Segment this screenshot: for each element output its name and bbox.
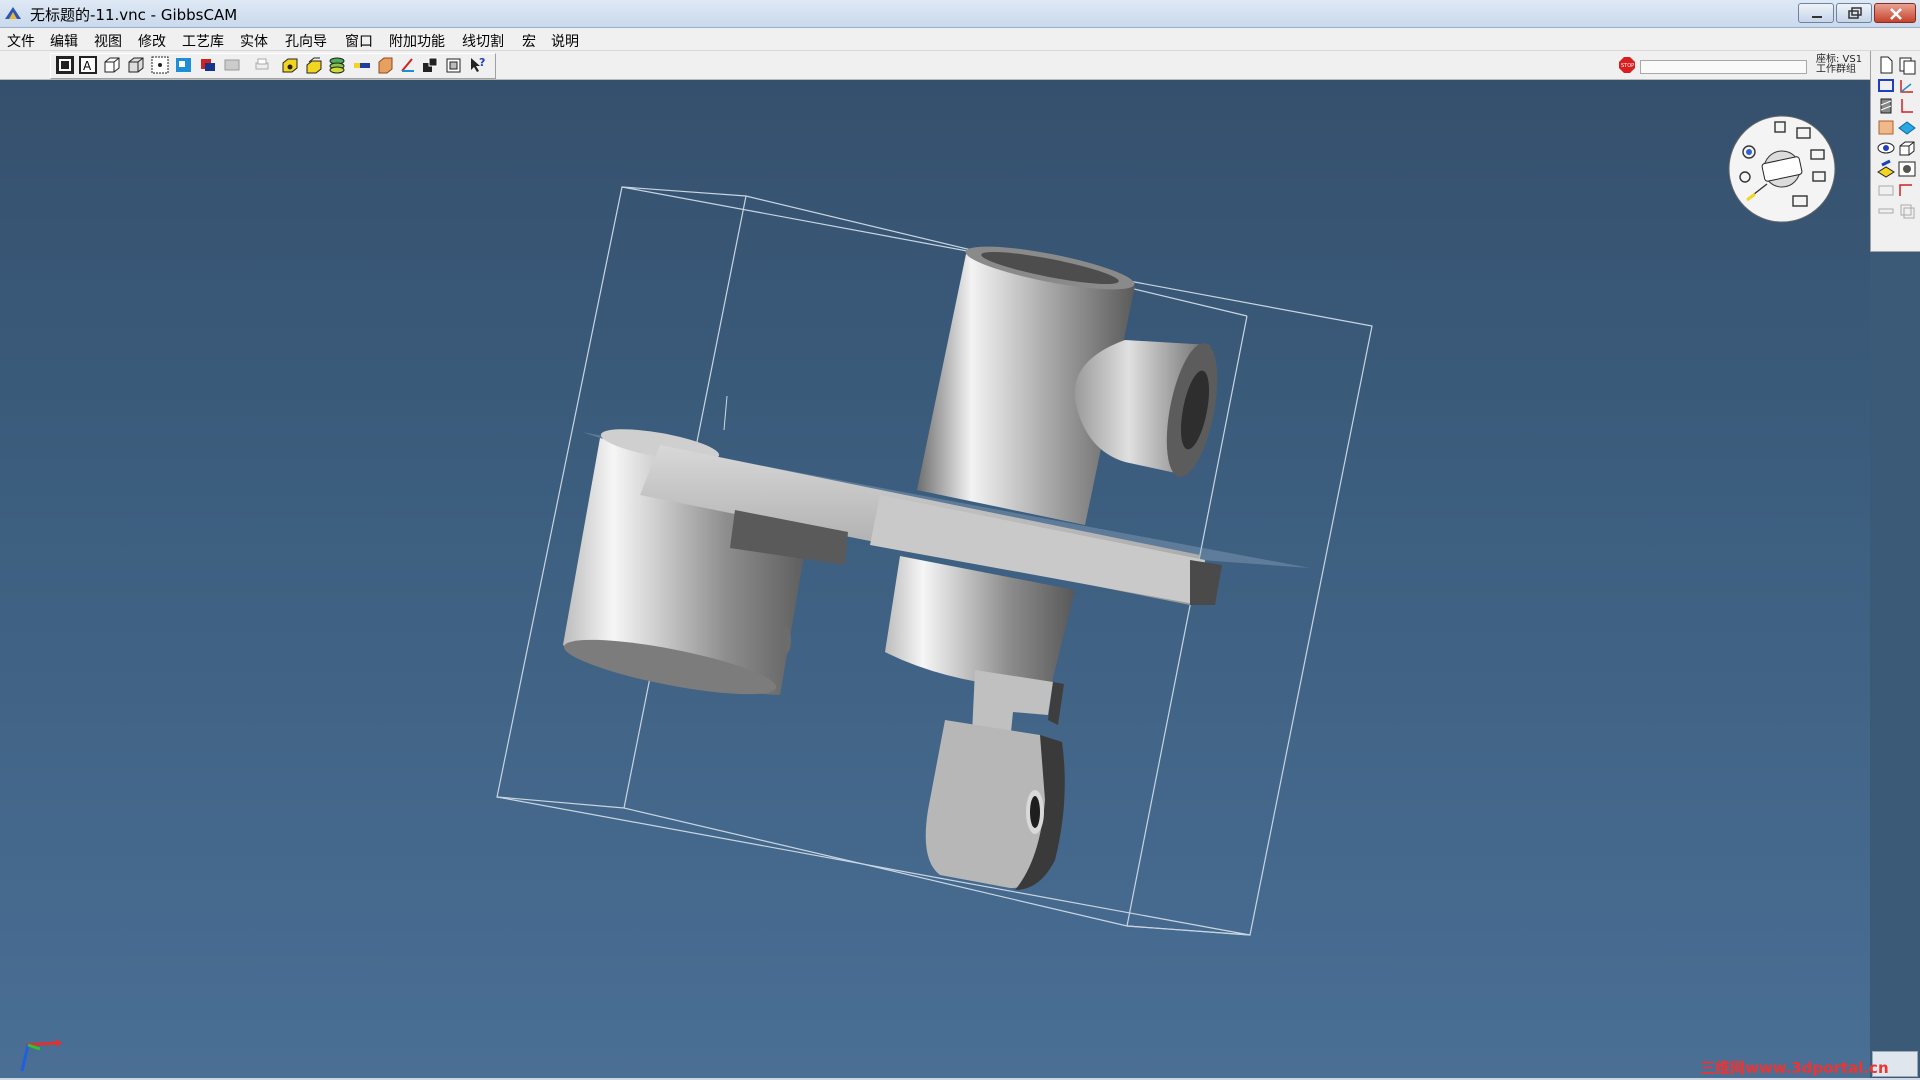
- lower-bracket: [925, 670, 1065, 890]
- solid-yellow-icon[interactable]: [280, 55, 300, 75]
- workgroup-label: 工作群组: [1816, 64, 1856, 75]
- menu-solids[interactable]: 实体: [240, 31, 268, 51]
- gibbscam-logo-icon: [5, 7, 21, 19]
- grid-icon[interactable]: [150, 55, 170, 75]
- 3d-viewport[interactable]: [0, 80, 1870, 1080]
- menu-modify[interactable]: 修改: [138, 31, 166, 51]
- iso-view-icon[interactable]: [102, 55, 122, 75]
- document-icon[interactable]: [1876, 55, 1896, 75]
- view-navigation-wheel-icon[interactable]: [1727, 114, 1837, 224]
- path-icon[interactable]: [1897, 180, 1917, 200]
- hand-icon[interactable]: [1876, 117, 1896, 137]
- documents-icon[interactable]: [1897, 55, 1917, 75]
- menu-macro[interactable]: 宏: [522, 31, 536, 51]
- print-icon[interactable]: [252, 55, 272, 75]
- minimize-button[interactable]: [1798, 3, 1834, 23]
- svg-text:STOP: STOP: [1621, 63, 1634, 69]
- cube-icon[interactable]: [1897, 138, 1917, 158]
- menu-help[interactable]: 说明: [551, 31, 579, 51]
- shaded-red-icon[interactable]: [198, 55, 218, 75]
- box-view-icon[interactable]: [126, 55, 146, 75]
- menu-bar: 文件 编辑 视图 修改 工艺库 实体 孔向导 窗口 附加功能 线切割 宏 说明: [0, 28, 1920, 51]
- axis-select-icon[interactable]: [398, 55, 418, 75]
- angle-icon[interactable]: [1897, 96, 1917, 116]
- disabled-tool-2-icon[interactable]: [1876, 201, 1896, 221]
- window-stack-icon[interactable]: [444, 55, 464, 75]
- help-pointer-icon[interactable]: ?: [468, 55, 488, 75]
- model-scene: [496, 186, 1373, 936]
- solid-window-icon[interactable]: [1897, 159, 1917, 179]
- menu-view[interactable]: 视图: [94, 31, 122, 51]
- eye-icon[interactable]: [1876, 138, 1896, 158]
- menu-file[interactable]: 文件: [7, 31, 35, 51]
- solid-stack-icon[interactable]: [304, 55, 324, 75]
- text-view-icon[interactable]: A: [78, 55, 98, 75]
- wireframe-view-icon[interactable]: [55, 55, 75, 75]
- stock-icon[interactable]: [376, 55, 396, 75]
- layers-icon[interactable]: [327, 55, 347, 75]
- axis-triad-icon: [20, 1039, 62, 1072]
- menu-edit[interactable]: 编辑: [50, 31, 78, 51]
- progress-bar: [1640, 60, 1807, 74]
- menu-hole-wizard[interactable]: 孔向导: [285, 31, 327, 51]
- disabled-tool-3-icon[interactable]: [1897, 201, 1917, 221]
- surface-icon[interactable]: [1897, 117, 1917, 137]
- menu-wire-edm[interactable]: 线切割: [462, 31, 504, 51]
- disabled-view-icon[interactable]: [222, 55, 242, 75]
- menu-plugins[interactable]: 附加功能: [389, 31, 445, 51]
- disabled-tool-1-icon[interactable]: [1876, 180, 1896, 200]
- svg-text:A: A: [83, 59, 92, 73]
- rectangle-select-icon[interactable]: [1876, 76, 1896, 96]
- layer-tool-icon[interactable]: [1876, 159, 1896, 179]
- arrange-icon[interactable]: [420, 55, 440, 75]
- title-bar: 无标题的-11.vnc - GibbsCAM: [0, 0, 1920, 28]
- menu-process-library[interactable]: 工艺库: [182, 31, 224, 51]
- close-button[interactable]: [1874, 3, 1916, 23]
- window-title: 无标题的-11.vnc - GibbsCAM: [30, 6, 238, 24]
- axes-icon[interactable]: [1897, 76, 1917, 96]
- stop-icon[interactable]: STOP: [1619, 57, 1635, 73]
- menu-window[interactable]: 窗口: [345, 31, 373, 51]
- tool-palette: [1870, 51, 1920, 252]
- watermark: 三维网www.3dportal.cn: [1700, 1059, 1889, 1077]
- tool-icon[interactable]: [352, 55, 372, 75]
- restore-button[interactable]: [1836, 3, 1872, 23]
- plane-icon[interactable]: [174, 55, 194, 75]
- toolbar: A ?: [0, 51, 1870, 80]
- hatch-icon[interactable]: [1876, 96, 1896, 116]
- coord-label: 座标: VS1 工作群组: [1816, 55, 1862, 75]
- svg-text:?: ?: [479, 56, 485, 69]
